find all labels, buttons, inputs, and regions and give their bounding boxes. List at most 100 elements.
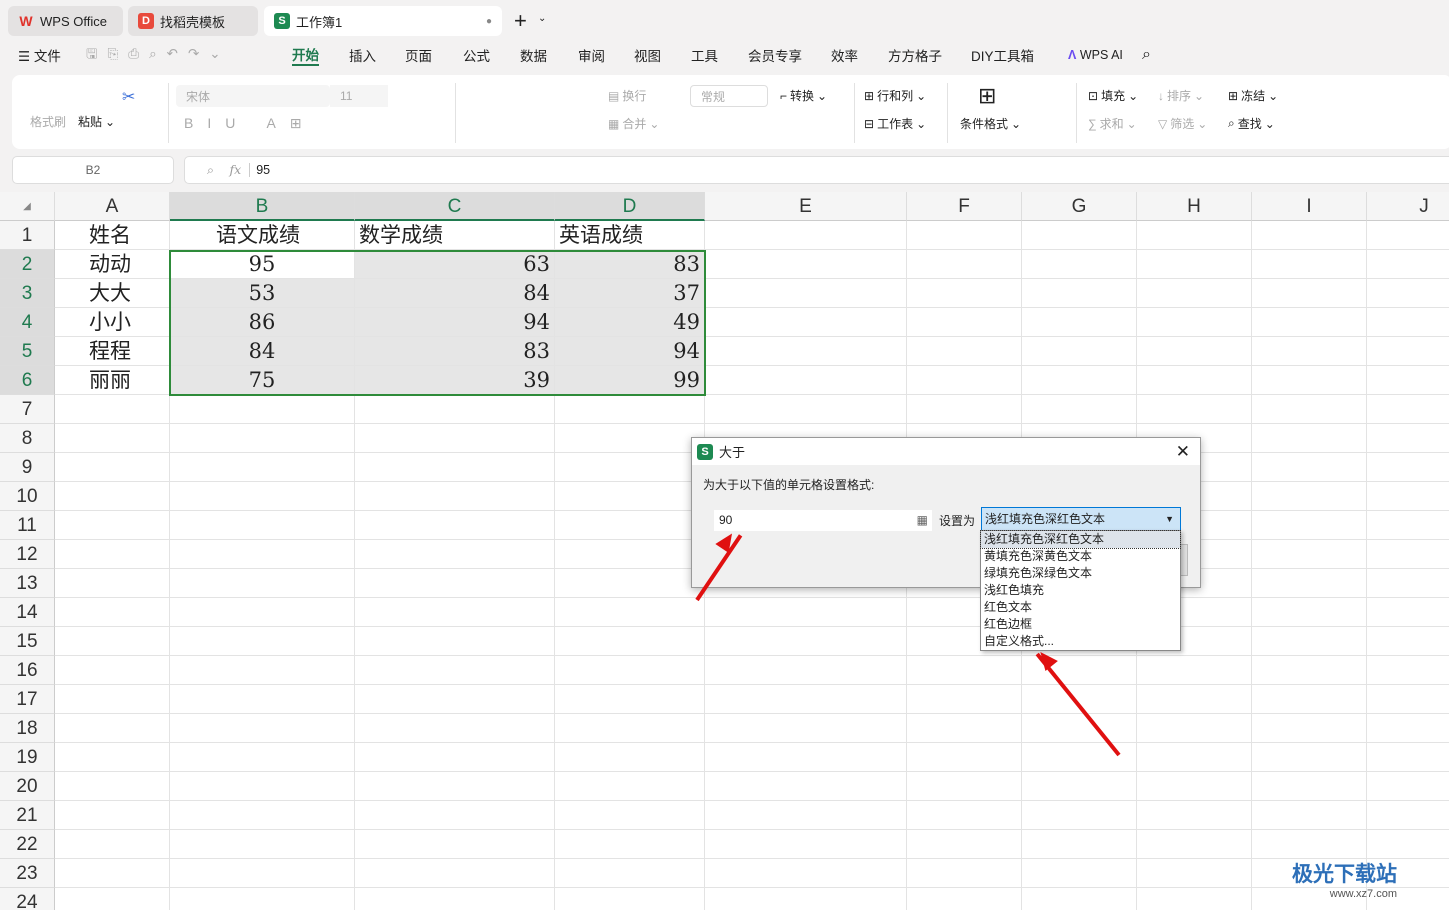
find-button[interactable]: ⌕ 查找 ⌄ <box>1228 115 1275 132</box>
cell[interactable]: 94 <box>555 337 705 366</box>
empty-cell[interactable] <box>555 830 705 859</box>
empty-cell[interactable] <box>907 801 1022 830</box>
empty-cell[interactable] <box>705 772 907 801</box>
row-header[interactable]: 3 <box>0 279 55 308</box>
font-style-buttons[interactable]: BIU A⊞ <box>184 115 316 132</box>
empty-cell[interactable] <box>1367 308 1449 337</box>
empty-cell[interactable] <box>907 685 1022 714</box>
empty-cell[interactable] <box>1022 395 1137 424</box>
filter-button[interactable]: ▽ 筛选 ⌄ <box>1158 115 1207 132</box>
cell[interactable]: 37 <box>555 279 705 308</box>
empty-cell[interactable] <box>555 482 705 511</box>
tab-member[interactable]: 会员专享 <box>748 45 802 65</box>
tab-view[interactable]: 视图 <box>634 45 661 65</box>
font-select[interactable]: 宋体 <box>176 85 330 107</box>
empty-cell[interactable] <box>555 453 705 482</box>
row-header[interactable]: 1 <box>0 221 55 250</box>
empty-cell[interactable] <box>1022 250 1137 279</box>
row-header[interactable]: 4 <box>0 308 55 337</box>
tab-formula[interactable]: 公式 <box>463 45 490 65</box>
tab-page[interactable]: 页面 <box>405 45 432 65</box>
worksheet-button[interactable]: ⊟ 工作表 ⌄ <box>864 115 926 132</box>
empty-cell[interactable] <box>1252 743 1367 772</box>
empty-cell[interactable] <box>55 395 170 424</box>
empty-cell[interactable] <box>1022 743 1137 772</box>
empty-cell[interactable] <box>55 830 170 859</box>
empty-cell[interactable] <box>1137 366 1252 395</box>
empty-cell[interactable] <box>1022 366 1137 395</box>
cell[interactable]: 84 <box>355 279 555 308</box>
row-header[interactable]: 21 <box>0 801 55 830</box>
cell[interactable]: 姓名 <box>55 221 170 250</box>
empty-cell[interactable] <box>1367 540 1449 569</box>
wrap-button[interactable]: ▤ 换行 <box>608 87 646 104</box>
empty-cell[interactable] <box>705 830 907 859</box>
sum-button[interactable]: ∑ 求和 ⌄ <box>1088 115 1137 132</box>
empty-cell[interactable] <box>705 714 907 743</box>
empty-cell[interactable] <box>1137 801 1252 830</box>
empty-cell[interactable] <box>355 540 555 569</box>
empty-cell[interactable] <box>907 221 1022 250</box>
empty-cell[interactable] <box>1137 714 1252 743</box>
dropdown-option[interactable]: 黄填充色深黄色文本 <box>981 548 1180 565</box>
empty-cell[interactable] <box>705 279 907 308</box>
empty-cell[interactable] <box>170 482 355 511</box>
empty-cell[interactable] <box>170 598 355 627</box>
empty-cell[interactable] <box>555 888 705 910</box>
empty-cell[interactable] <box>555 801 705 830</box>
row-header[interactable]: 5 <box>0 337 55 366</box>
row-header[interactable]: 15 <box>0 627 55 656</box>
cell[interactable]: 丽丽 <box>55 366 170 395</box>
empty-cell[interactable] <box>355 511 555 540</box>
empty-cell[interactable] <box>355 627 555 656</box>
empty-cell[interactable] <box>170 685 355 714</box>
close-icon[interactable]: ✕ <box>1176 442 1190 462</box>
empty-cell[interactable] <box>355 656 555 685</box>
empty-cell[interactable] <box>355 482 555 511</box>
empty-cell[interactable] <box>705 221 907 250</box>
empty-cell[interactable] <box>1022 888 1137 910</box>
empty-cell[interactable] <box>1367 569 1449 598</box>
empty-cell[interactable] <box>555 540 705 569</box>
cell[interactable]: 95 <box>170 250 355 279</box>
paste-button[interactable]: 粘贴 ⌄ <box>78 113 115 130</box>
empty-cell[interactable] <box>55 424 170 453</box>
column-header-d[interactable]: D <box>555 192 705 221</box>
empty-cell[interactable] <box>705 859 907 888</box>
empty-cell[interactable] <box>1367 453 1449 482</box>
empty-cell[interactable] <box>1252 250 1367 279</box>
convert-button[interactable]: ⌐ 转换 ⌄ <box>780 87 827 104</box>
empty-cell[interactable] <box>1252 279 1367 308</box>
cell[interactable]: 小小 <box>55 308 170 337</box>
empty-cell[interactable] <box>1252 540 1367 569</box>
column-header-i[interactable]: I <box>1252 192 1367 221</box>
column-header-f[interactable]: F <box>907 192 1022 221</box>
empty-cell[interactable] <box>555 685 705 714</box>
empty-cell[interactable] <box>1252 627 1367 656</box>
value-input[interactable]: 90 ▦ <box>714 510 932 531</box>
empty-cell[interactable] <box>1137 279 1252 308</box>
empty-cell[interactable] <box>1022 859 1137 888</box>
cell[interactable]: 83 <box>555 250 705 279</box>
empty-cell[interactable] <box>705 888 907 910</box>
tab-review[interactable]: 审阅 <box>578 45 605 65</box>
empty-cell[interactable] <box>355 801 555 830</box>
empty-cell[interactable] <box>1367 656 1449 685</box>
name-box[interactable]: B2 <box>12 156 174 184</box>
tab-tools[interactable]: 工具 <box>691 45 718 65</box>
row-header[interactable]: 14 <box>0 598 55 627</box>
empty-cell[interactable] <box>705 308 907 337</box>
range-picker-icon[interactable]: ▦ <box>917 510 928 531</box>
empty-cell[interactable] <box>1252 511 1367 540</box>
fx-icon[interactable]: fx <box>230 162 242 177</box>
file-menu[interactable]: ☰ 文件 <box>18 45 61 65</box>
empty-cell[interactable] <box>1367 337 1449 366</box>
number-format-select[interactable]: 常规 <box>690 85 768 107</box>
empty-cell[interactable] <box>170 511 355 540</box>
empty-cell[interactable] <box>55 801 170 830</box>
row-header[interactable]: 20 <box>0 772 55 801</box>
empty-cell[interactable] <box>1252 482 1367 511</box>
empty-cell[interactable] <box>907 337 1022 366</box>
empty-cell[interactable] <box>907 714 1022 743</box>
column-header-b[interactable]: B <box>170 192 355 221</box>
